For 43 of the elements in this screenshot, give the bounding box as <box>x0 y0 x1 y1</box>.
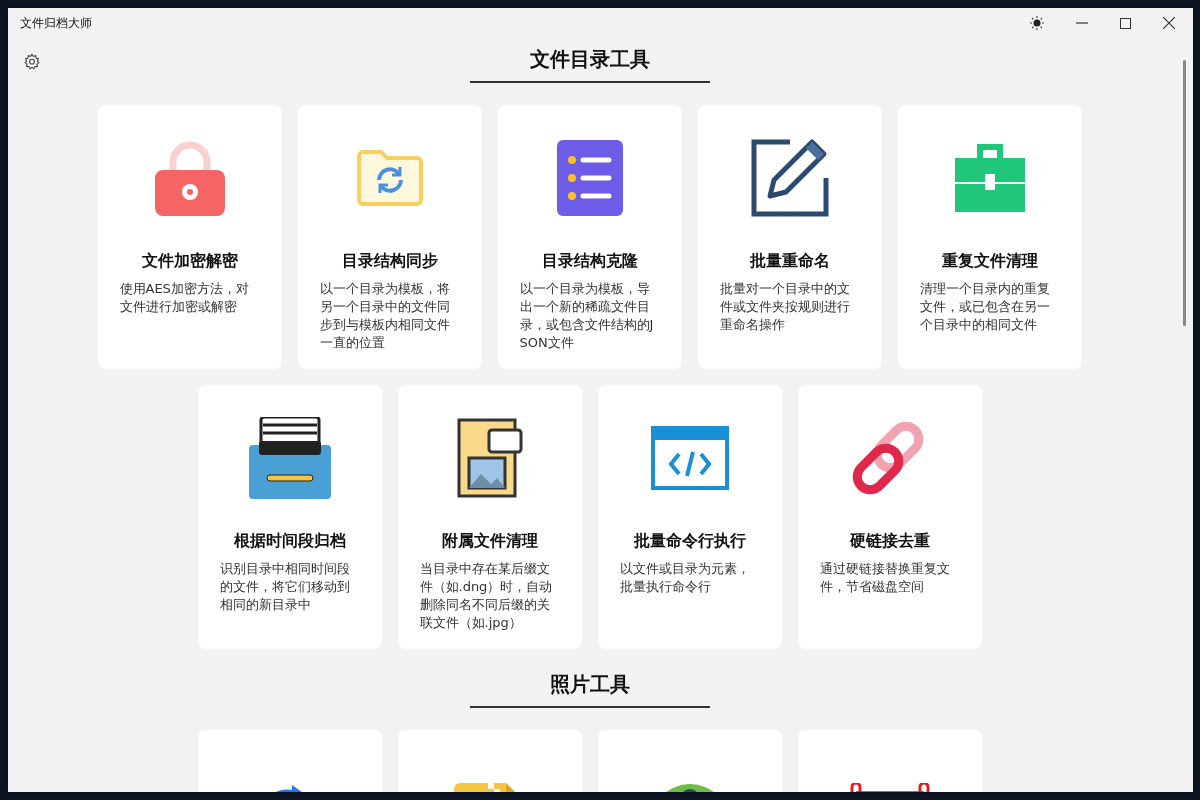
tool-card[interactable]: 硬链接去重 通过硬链接替换重复文件，节省磁盘空间 <box>797 385 982 649</box>
tool-title: 批量命令行执行 <box>633 531 746 552</box>
tool-card[interactable]: 根据时间段归档 识别目录中相同时间段的文件，将它们移动到相同的新目录中 <box>197 385 382 649</box>
tool-description: 以一个目录为模板，导出一个新的稀疏文件目录，或包含文件结构的JSON文件 <box>519 280 655 352</box>
tool-title: 文件加密解密 <box>141 251 238 272</box>
tool-description: 以一个目录为模板，将另一个目录中的文件同步到与模板内相同文件一直的位置 <box>319 280 451 352</box>
tool-description: 清理一个目录内的重复文件，或已包含在另一个目录中的相同文件 <box>919 280 1051 334</box>
tool-title: 根据时间段归档 <box>233 531 346 552</box>
tool-card[interactable]: 目录结构克隆 以一个目录为模板，导出一个新的稀疏文件目录，或包含文件结构的JSON文件 <box>497 105 682 369</box>
tool-description: 使用AES加密方法，对文件进行加密或解密 <box>119 280 250 316</box>
settings-icon[interactable] <box>23 53 41 71</box>
folder-sync-icon <box>355 148 424 208</box>
maximize-icon[interactable] <box>1120 17 1131 29</box>
tool-title: 重复文件清理 <box>941 251 1038 272</box>
tool-description: 当目录中存在某后缀文件（如.dng）时，自动删除同名不同后缀的关联文件（如.jpg） <box>419 560 554 632</box>
tool-card[interactable]: 批量重命名 批量对一个目录中的文件或文件夹按规则进行重命名操作 <box>697 105 882 369</box>
section-heading: 文件目录工具 <box>469 46 710 83</box>
section-heading: 照片工具 <box>469 671 710 708</box>
tool-description: 批量对一个目录中的文件或文件夹按规则进行重命名操作 <box>719 280 851 334</box>
scrollbar-thumb[interactable] <box>1183 60 1186 326</box>
tool-description: 通过硬链接替换重复文件，节省磁盘空间 <box>819 560 951 596</box>
padlock-icon <box>154 140 225 216</box>
briefcase-icon <box>954 144 1025 212</box>
image-file-icon <box>456 418 523 498</box>
tool-card[interactable]: 目录结构同步 以一个目录为模板，将另一个目录中的文件同步到与模板内相同文件一直的位置 <box>297 105 482 369</box>
code-window-icon <box>650 426 729 490</box>
tool-title: 目录结构同步 <box>341 251 438 272</box>
tool-description: 以文件或目录为元素，批量执行命令行 <box>619 560 751 596</box>
edit-pencil-icon <box>749 138 830 218</box>
theme-toggle-icon[interactable] <box>1030 16 1044 30</box>
tool-card[interactable]: 文件加密解密 使用AES加密方法，对文件进行加密或解密 <box>97 105 282 369</box>
tool-title: 目录结构克隆 <box>541 251 638 272</box>
tool-card[interactable]: 附属文件清理 当目录中存在某后缀文件（如.dng）时，自动删除同名不同后缀的关联文件（如.jpg） <box>397 385 582 649</box>
tool-card[interactable]: 批量命令行执行 以文件或目录为元素，批量执行命令行 <box>597 385 782 649</box>
file-drawer-icon <box>248 417 331 499</box>
tool-title: 硬链接去重 <box>849 531 930 552</box>
tool-card[interactable]: 重复文件清理 清理一个目录内的重复文件，或已包含在另一个目录中的相同文件 <box>897 105 1082 369</box>
window-title: 文件归档大师 <box>20 14 92 32</box>
tool-description: 识别目录中相同时间段的文件，将它们移动到相同的新目录中 <box>219 560 351 614</box>
tool-title: 批量重命名 <box>749 251 830 272</box>
tool-title: 附属文件清理 <box>441 531 538 552</box>
list-icon <box>556 140 623 216</box>
close-icon[interactable] <box>1163 17 1175 29</box>
